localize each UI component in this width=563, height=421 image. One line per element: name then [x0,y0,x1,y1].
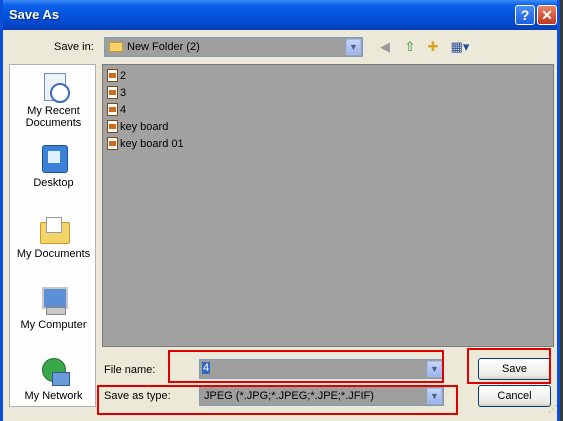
new-folder-icon[interactable]: ✚ [424,38,442,56]
resize-grip-icon[interactable]: ⋰ [548,404,560,416]
desktop-icon [38,143,70,175]
highlight-box-save-button [467,348,551,384]
my-network-icon [38,356,70,388]
place-my-documents[interactable]: My Documents [10,214,97,260]
list-item[interactable]: key board [107,120,168,136]
place-label: My Recent Documents [25,105,82,129]
folder-icon [109,42,123,52]
image-file-icon [107,69,118,82]
title-bar[interactable]: Save As ? ✕ [3,0,557,30]
list-item[interactable]: 4 [107,103,126,119]
highlight-box-save-as-type [97,385,458,415]
place-label: My Documents [16,248,91,260]
views-menu-icon[interactable]: ▦▾ [448,38,472,56]
help-button[interactable]: ? [515,5,535,25]
list-item[interactable]: 2 [107,69,126,85]
chevron-down-icon[interactable]: ▼ [346,39,361,55]
window-title: Save As [9,7,60,22]
image-file-icon [107,120,118,133]
place-my-computer[interactable]: My Computer [10,285,97,331]
file-list[interactable]: 2 3 4 key board key board 01 [102,64,554,347]
back-icon[interactable]: ◀ [376,38,394,56]
image-file-icon [107,103,118,116]
places-bar: My Recent Documents Desktop My Documents… [9,64,96,407]
place-my-recent-documents[interactable]: My Recent Documents [10,71,97,129]
recent-documents-icon [38,71,70,103]
save-in-label: Save in: [54,41,94,53]
place-desktop[interactable]: Desktop [10,143,97,189]
save-in-dropdown[interactable]: New Folder (2) ▼ [104,37,363,57]
list-item[interactable]: key board 01 [107,137,184,153]
place-label: My Network [24,390,83,402]
up-folder-icon[interactable]: ⇧ [401,38,419,56]
place-label: My Computer [20,319,87,331]
image-file-icon [107,86,118,99]
save-in-value: New Folder (2) [127,41,200,53]
close-button[interactable]: ✕ [537,5,557,25]
cancel-button[interactable]: Cancel [478,385,551,407]
list-item[interactable]: 3 [107,86,126,102]
my-documents-icon [38,214,70,246]
image-file-icon [107,137,118,150]
place-label: Desktop [33,177,74,189]
my-computer-icon [38,285,70,317]
file-name-label: File name: [104,364,156,376]
highlight-box-file-name [168,350,444,383]
place-my-network[interactable]: My Network [10,356,97,402]
